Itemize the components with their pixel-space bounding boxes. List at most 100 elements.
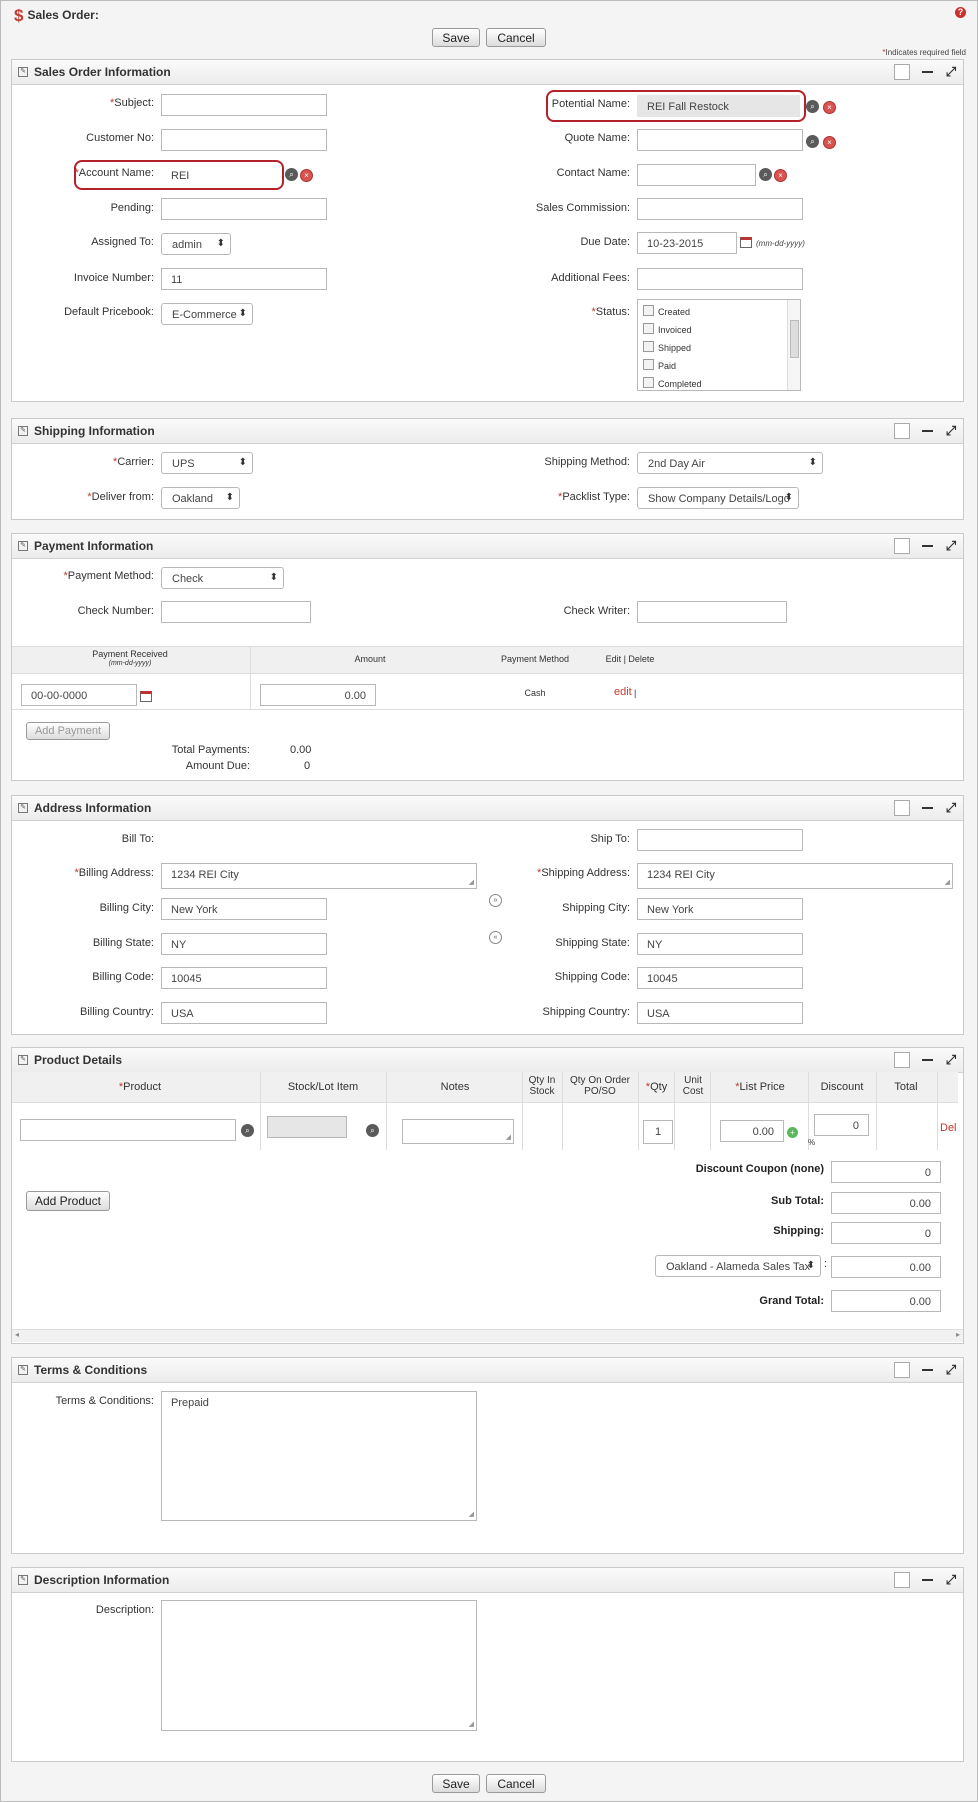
check-writer-input[interactable] xyxy=(637,601,787,623)
copy-right-icon[interactable]: » xyxy=(489,894,502,907)
restore-icon[interactable] xyxy=(894,800,910,816)
grand-total-input[interactable]: 0.00 xyxy=(831,1290,941,1312)
status-scrollbar[interactable] xyxy=(787,300,800,390)
edit-icon[interactable]: ✎ xyxy=(18,1575,28,1585)
billing-city-input[interactable]: New York xyxy=(161,898,327,920)
cancel-button-top[interactable]: Cancel xyxy=(486,28,546,47)
minimize-icon[interactable] xyxy=(920,64,936,80)
packlist-type-select[interactable]: Show Company Details/Logo xyxy=(637,487,799,509)
resize-handle[interactable]: ◢ xyxy=(469,1720,474,1728)
edit-payment-link[interactable]: edit xyxy=(614,686,632,698)
edit-icon[interactable]: ✎ xyxy=(18,541,28,551)
status-multiselect[interactable]: Created Invoiced Shipped Paid Completed xyxy=(637,299,801,391)
shipping-city-input[interactable]: New York xyxy=(637,898,803,920)
minimize-icon[interactable] xyxy=(920,538,936,554)
terms-textarea[interactable]: Prepaid ◢ xyxy=(161,1391,477,1521)
discount-coupon-input[interactable]: 0 xyxy=(831,1161,941,1183)
minimize-icon[interactable] xyxy=(920,1052,936,1068)
tax-select[interactable]: Oakland - Alameda Sales Tax xyxy=(655,1255,821,1277)
deliver-from-select[interactable]: Oakland xyxy=(161,487,240,509)
checkbox[interactable] xyxy=(643,323,654,334)
expand-icon[interactable]: ⤢ xyxy=(943,423,959,439)
list-price-input[interactable]: 0.00 xyxy=(720,1120,784,1142)
billing-address-input[interactable]: 1234 REI City ◢ xyxy=(161,863,477,889)
restore-icon[interactable] xyxy=(894,538,910,554)
contact-name-input[interactable] xyxy=(637,164,756,186)
resize-handle[interactable]: ◢ xyxy=(469,1510,474,1518)
checkbox[interactable] xyxy=(643,341,654,352)
stock-lot-search-icon[interactable]: ⌕ xyxy=(366,1124,379,1137)
status-option[interactable]: Paid xyxy=(643,359,676,371)
status-option[interactable]: Created xyxy=(643,305,690,317)
carrier-select[interactable]: UPS xyxy=(161,452,253,474)
potential-search-icon[interactable]: ⌕ xyxy=(806,100,819,113)
minimize-icon[interactable] xyxy=(920,423,936,439)
shipping-input[interactable]: 0 xyxy=(831,1222,941,1244)
scroll-thumb[interactable] xyxy=(790,320,799,358)
checkbox[interactable] xyxy=(643,377,654,388)
expand-icon[interactable]: ⤢ xyxy=(943,538,959,554)
billing-country-input[interactable]: USA xyxy=(161,1002,327,1024)
qty-input[interactable]: 1 xyxy=(643,1120,673,1144)
product-search-icon[interactable]: ⌕ xyxy=(241,1124,254,1137)
edit-icon[interactable]: ✎ xyxy=(18,426,28,436)
minimize-icon[interactable] xyxy=(920,1362,936,1378)
pricebook-select[interactable]: E-Commerce xyxy=(161,303,253,325)
expand-icon[interactable]: ⤢ xyxy=(943,1052,959,1068)
quote-clear-icon[interactable]: × xyxy=(823,136,836,149)
payment-method-select[interactable]: Check xyxy=(161,567,284,589)
subject-input[interactable] xyxy=(161,94,327,116)
assigned-to-select[interactable]: admin xyxy=(161,233,231,255)
delete-product-link[interactable]: Del xyxy=(940,1122,957,1134)
checkbox[interactable] xyxy=(643,359,654,370)
check-number-input[interactable] xyxy=(161,601,311,623)
quote-search-icon[interactable]: ⌕ xyxy=(806,135,819,148)
minimize-icon[interactable] xyxy=(920,1572,936,1588)
status-option[interactable]: Invoiced xyxy=(643,323,692,335)
contact-search-icon[interactable]: ⌕ xyxy=(759,168,772,181)
price-book-icon[interactable]: + xyxy=(787,1127,798,1138)
restore-icon[interactable] xyxy=(894,1362,910,1378)
status-option[interactable]: Completed xyxy=(643,377,702,389)
horizontal-scrollbar[interactable]: ◂ ▸ xyxy=(12,1329,963,1342)
save-button-top[interactable]: Save xyxy=(432,28,480,47)
account-clear-icon[interactable]: × xyxy=(300,169,313,182)
checkbox[interactable] xyxy=(643,305,654,316)
sales-commission-input[interactable] xyxy=(637,198,803,220)
add-payment-button[interactable]: Add Payment xyxy=(26,722,110,740)
billing-state-input[interactable]: NY xyxy=(161,933,327,955)
shipping-code-input[interactable]: 10045 xyxy=(637,967,803,989)
resize-handle[interactable]: ◢ xyxy=(945,878,950,886)
expand-icon[interactable]: ⤢ xyxy=(943,1572,959,1588)
contact-clear-icon[interactable]: × xyxy=(774,169,787,182)
edit-icon[interactable]: ✎ xyxy=(18,1055,28,1065)
quote-name-input[interactable] xyxy=(637,129,803,151)
tax-amount-input[interactable]: 0.00 xyxy=(831,1256,941,1278)
notes-input[interactable]: ◢ xyxy=(402,1119,514,1144)
shipping-state-input[interactable]: NY xyxy=(637,933,803,955)
invoice-number-input[interactable]: 11 xyxy=(161,268,327,290)
account-name-input[interactable]: REI xyxy=(161,164,281,186)
shipping-country-input[interactable]: USA xyxy=(637,1002,803,1024)
shipping-method-select[interactable]: 2nd Day Air xyxy=(637,452,823,474)
stock-lot-input[interactable] xyxy=(267,1116,347,1138)
restore-icon[interactable] xyxy=(894,1572,910,1588)
resize-handle[interactable]: ◢ xyxy=(506,1133,511,1141)
minimize-icon[interactable] xyxy=(920,800,936,816)
edit-icon[interactable]: ✎ xyxy=(18,1365,28,1375)
scroll-right-icon[interactable]: ▸ xyxy=(956,1330,960,1339)
status-option[interactable]: Shipped xyxy=(643,341,691,353)
calendar-icon[interactable] xyxy=(740,237,752,248)
product-input[interactable] xyxy=(20,1119,236,1141)
account-search-icon[interactable]: ⌕ xyxy=(285,168,298,181)
scroll-left-icon[interactable]: ◂ xyxy=(15,1330,19,1339)
payment-amount-input[interactable]: 0.00 xyxy=(260,684,376,706)
edit-icon[interactable]: ✎ xyxy=(18,803,28,813)
pending-input[interactable] xyxy=(161,198,327,220)
description-textarea[interactable]: ◢ xyxy=(161,1600,477,1731)
copy-left-icon[interactable]: « xyxy=(489,931,502,944)
edit-icon[interactable]: ✎ xyxy=(18,67,28,77)
add-product-button[interactable]: Add Product xyxy=(26,1191,110,1211)
resize-handle[interactable]: ◢ xyxy=(469,878,474,886)
cancel-button-bottom[interactable]: Cancel xyxy=(486,1774,546,1793)
